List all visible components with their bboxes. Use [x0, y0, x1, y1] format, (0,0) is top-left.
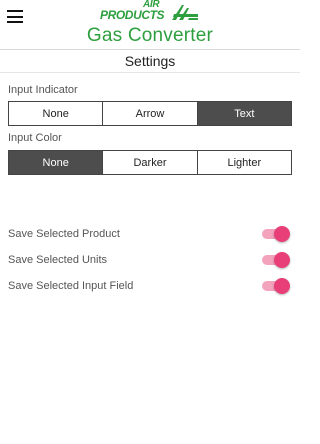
input-indicator-label: Input Indicator [8, 84, 78, 96]
toggle-thumb [274, 252, 290, 268]
toggle-thumb [274, 226, 290, 242]
page-title-divider [0, 72, 300, 73]
input-color-option-none[interactable]: None [9, 151, 104, 174]
save-selected-input-field-label: Save Selected Input Field [8, 280, 134, 292]
input-color-option-darker[interactable]: Darker [103, 151, 198, 174]
save-selected-product-label: Save Selected Product [8, 228, 120, 240]
input-indicator-option-none[interactable]: None [9, 102, 104, 125]
save-selected-input-field-row: Save Selected Input Field [8, 276, 292, 296]
save-selected-units-row: Save Selected Units [8, 250, 292, 270]
input-color-segmented-control: None Darker Lighter [8, 150, 292, 175]
logo-mark-icon [172, 5, 198, 20]
page-title: Settings [124, 53, 176, 69]
save-selected-product-row: Save Selected Product [8, 224, 292, 244]
input-indicator-option-text[interactable]: Text [197, 102, 291, 125]
save-selected-units-label: Save Selected Units [8, 254, 108, 266]
save-selected-product-toggle[interactable] [262, 226, 290, 242]
input-color-option-lighter[interactable]: Lighter [198, 151, 291, 174]
header-divider [0, 49, 300, 50]
input-color-label: Input Color [8, 132, 62, 144]
app-title: Gas Converter [86, 25, 214, 46]
app-header: AIR PRODUCTS Gas Converter [0, 0, 300, 50]
input-indicator-option-arrow[interactable]: Arrow [103, 102, 198, 125]
logo-text-products: PRODUCTS [100, 8, 165, 22]
save-selected-input-field-toggle[interactable] [262, 278, 290, 294]
save-selected-units-toggle[interactable] [262, 252, 290, 268]
input-indicator-segmented-control: None Arrow Text [8, 101, 292, 126]
toggle-thumb [274, 278, 290, 294]
hamburger-menu-icon[interactable] [7, 10, 23, 23]
